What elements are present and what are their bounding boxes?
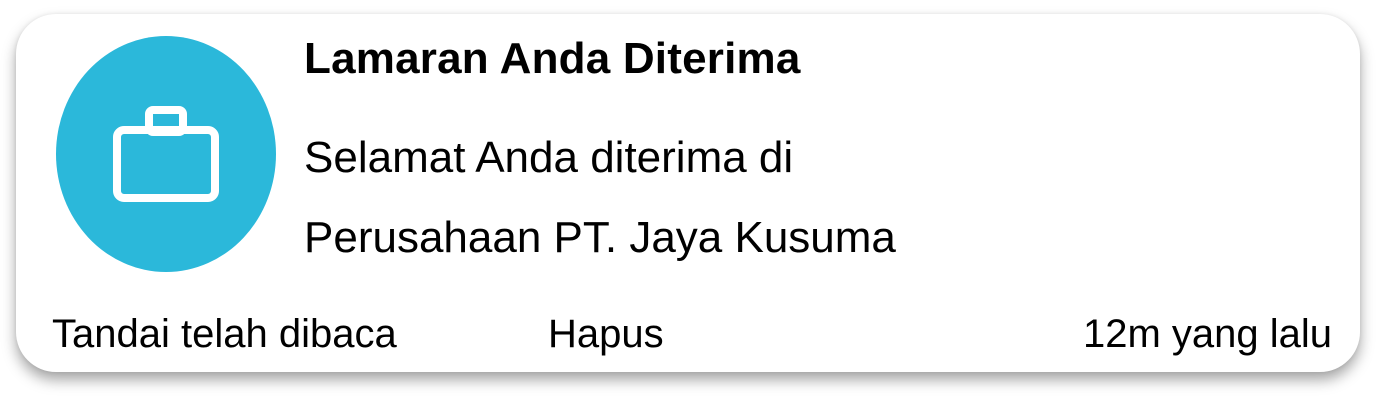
notification-title: Lamaran Anda Diterima xyxy=(304,34,801,83)
notification-message-line: Selamat Anda diterima di xyxy=(304,133,794,182)
notification-message-line: Perusahaan PT. Jaya Kusuma xyxy=(304,213,896,262)
notification-avatar xyxy=(56,36,276,272)
notification-message: Selamat Anda diterima di Perusahaan PT. … xyxy=(304,118,1064,278)
mark-as-read-button[interactable]: Tandai telah dibaca xyxy=(52,310,397,358)
notification-timestamp: 12m yang lalu xyxy=(1082,312,1332,356)
notification-card[interactable]: Lamaran Anda Diterima Selamat Anda diter… xyxy=(16,14,1360,372)
briefcase-icon xyxy=(113,106,219,202)
delete-button[interactable]: Hapus xyxy=(548,310,664,358)
